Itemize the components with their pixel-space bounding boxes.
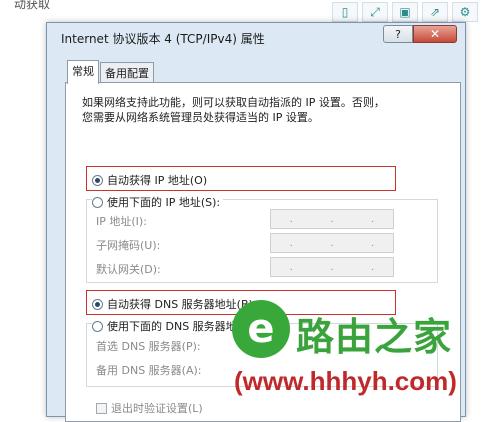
ip-manual-label: 使用下面的 IP 地址(S):	[107, 196, 221, 209]
background-text-fragment: 动获取	[14, 0, 51, 11]
default-gateway-label: 默认网关(D):	[96, 263, 161, 276]
preferred-dns-label: 首选 DNS 服务器(P):	[96, 340, 201, 353]
viewer-toolbar: ▯ ⤢ ▣ ⇗ ⚙	[332, 2, 478, 22]
dns-manual-radio[interactable]	[92, 320, 103, 332]
subnet-mask-label: 子网掩码(U):	[96, 239, 161, 252]
ip-address-label: IP 地址(I):	[96, 215, 147, 228]
dns-auto-option[interactable]: 自动获得 DNS 服务器地址(B)	[92, 296, 253, 312]
ip-manual-radio[interactable]	[92, 196, 103, 208]
subnet-mask-input[interactable]: ...	[270, 233, 394, 253]
ip-auto-option[interactable]: 自动获得 IP 地址(O)	[92, 172, 207, 188]
close-button[interactable]: ✕	[413, 25, 457, 43]
watermark-logo-icon: e	[232, 300, 290, 358]
mobile-icon[interactable]: ▯	[332, 2, 358, 22]
fullscreen-icon[interactable]: ⤢	[362, 2, 388, 22]
ip-manual-option[interactable]: 使用下面的 IP 地址(S):	[92, 194, 224, 210]
ip-auto-radio[interactable]	[92, 174, 103, 186]
intro-text: 如果网络支持此功能，则可以获取自动指派的 IP 设置。否则， 您需要从网络系统管…	[82, 95, 442, 125]
watermark-brand: 路由之家	[296, 315, 453, 359]
validate-settings-label: 退出时验证设置(L)	[111, 402, 203, 415]
dialog-title: Internet 协议版本 4 (TCP/IPv4) 属性	[61, 32, 265, 46]
validate-settings-option[interactable]: 退出时验证设置(L)	[96, 400, 203, 416]
share-icon[interactable]: ⇗	[422, 2, 448, 22]
dialog-titlebar[interactable]: Internet 协议版本 4 (TCP/IPv4) 属性 ? ✕	[47, 23, 465, 51]
dns-auto-radio[interactable]	[92, 298, 103, 310]
tab-general[interactable]: 常规	[67, 60, 99, 84]
intro-line-1: 如果网络支持此功能，则可以获取自动指派的 IP 设置。否则，	[82, 96, 385, 109]
ip-auto-label: 自动获得 IP 地址(O)	[107, 174, 208, 187]
settings-icon[interactable]: ⚙	[452, 2, 478, 22]
title-buttons: ? ✕	[383, 25, 457, 43]
intro-line-2: 您需要从网络系统管理员处获得适当的 IP 设置。	[82, 111, 319, 124]
watermark-url: (www.hhhyh.com)	[234, 366, 457, 396]
help-button[interactable]: ?	[383, 25, 413, 43]
site-watermark: e 路由之家 (www.hhhyh.com)	[232, 300, 482, 407]
tab-strip: 常规 备用配置	[67, 60, 155, 84]
default-gateway-input[interactable]: ...	[270, 257, 394, 277]
save-icon[interactable]: ▣	[392, 2, 418, 22]
ip-address-input[interactable]: ...	[270, 209, 394, 229]
dns-auto-label: 自动获得 DNS 服务器地址(B)	[107, 298, 253, 311]
tab-alternate-config[interactable]: 备用配置	[100, 62, 154, 83]
validate-settings-checkbox[interactable]	[96, 402, 107, 414]
alternate-dns-label: 备用 DNS 服务器(A):	[96, 364, 202, 377]
